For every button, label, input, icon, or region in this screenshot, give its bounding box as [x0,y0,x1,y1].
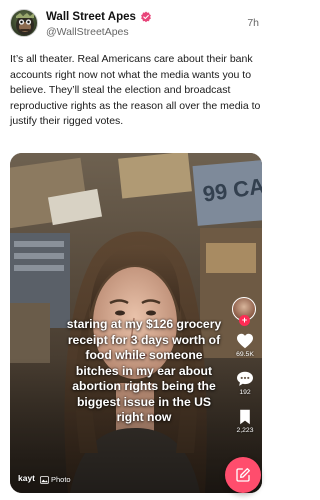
like-action[interactable]: 69.5K [232,333,258,358]
ape-avatar-icon [16,13,34,35]
comment-icon [237,371,253,386]
save-count: 2,223 [236,427,254,434]
post-card: Wall Street Apes @WallStreetApes 7h It’s… [0,0,273,500]
media-type-label: Photo [51,475,71,484]
post-media-image[interactable]: 99 CA [10,153,262,493]
media-type-tag: Photo [40,475,71,484]
like-count: 69.5K [236,351,254,358]
bookmark-icon [240,409,250,425]
media-caption-overlay: staring at my $126 grocery receipt for 3… [66,317,222,424]
author-handle[interactable]: @WallStreetApes [46,26,129,38]
save-action[interactable]: 2,223 [232,409,258,434]
compose-icon [236,468,250,482]
author-display-name[interactable]: Wall Street Apes [46,11,136,23]
photo-icon [40,475,49,484]
media-creator-name[interactable]: kayt [18,473,35,483]
post-body-text: It’s all theater. Real Americans care ab… [10,53,261,127]
author-avatar[interactable] [10,9,38,37]
comment-count: 192 [239,389,251,396]
verified-badge-icon [141,11,151,23]
heart-icon [237,333,253,349]
compose-button[interactable] [225,457,261,493]
post-header: Wall Street Apes @WallStreetApes 7h [10,9,265,39]
author-name-row: Wall Street Apes [46,10,152,24]
comment-action[interactable]: 192 [232,371,258,396]
follow-plus-icon[interactable]: + [239,315,250,326]
post-timestamp: 7h [247,17,259,29]
